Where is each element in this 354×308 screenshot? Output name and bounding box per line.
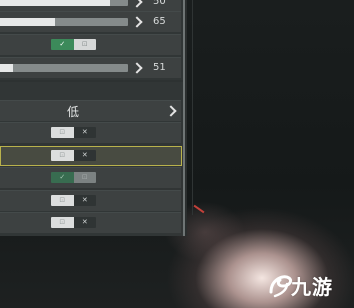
slider-value: 50 [153, 0, 166, 7]
toggle-row-1[interactable]: ✓ ⊡ [0, 34, 181, 55]
chevron-right-icon[interactable] [131, 0, 143, 8]
square-icon: ⊡ [51, 150, 74, 161]
toggle-row-2[interactable]: ⊡ ✕ [0, 122, 181, 143]
slider-fill [0, 64, 13, 72]
chevron-right-icon[interactable] [131, 62, 143, 74]
watermark-text: 九游 [291, 275, 333, 299]
slider-fill [0, 18, 55, 26]
slider-row-2[interactable]: 65 [0, 11, 181, 32]
square-icon: ⊡ [73, 39, 96, 50]
close-icon: ✕ [73, 127, 96, 138]
square-icon: ⊡ [51, 127, 74, 138]
selector-value: 低 [66, 105, 79, 119]
slider-value: 65 [153, 16, 166, 27]
toggle-row-3-selected[interactable]: ⊡ ✕ [0, 146, 182, 166]
chevron-right-icon[interactable] [131, 16, 143, 28]
selector-row[interactable]: 低 [0, 100, 181, 121]
check-icon: ✓ [51, 39, 74, 50]
toggle-switch[interactable]: ✓ ⊡ [51, 172, 96, 183]
toggle-row-5[interactable]: ⊡ ✕ [0, 190, 181, 211]
close-icon: ✕ [73, 195, 96, 206]
toggle-row-6[interactable]: ⊡ ✕ [0, 212, 181, 233]
toggle-switch[interactable]: ✓ ⊡ [51, 39, 96, 50]
settings-panel: 50 65 ✓ ⊡ 51 低 ⊡ ✕ ⊡ ✕ ✓ ⊡ ⊡ ✕ ⊡ ✕ [0, 0, 185, 236]
close-icon: ✕ [73, 150, 96, 161]
square-icon: ⊡ [51, 217, 74, 228]
toggle-switch[interactable]: ⊡ ✕ [51, 150, 96, 161]
toggle-switch[interactable]: ⊡ ✕ [51, 195, 96, 206]
section-divider [0, 80, 183, 82]
slider-fill [0, 0, 110, 6]
slider-value: 51 [153, 62, 166, 73]
square-icon: ⊡ [51, 195, 74, 206]
check-icon: ✓ [51, 172, 74, 183]
toggle-switch[interactable]: ⊡ ✕ [51, 217, 96, 228]
slider-row-3[interactable]: 51 [0, 57, 181, 78]
slider-track[interactable] [0, 0, 128, 6]
chevron-right-icon[interactable] [165, 105, 177, 117]
toggle-switch[interactable]: ⊡ ✕ [51, 127, 96, 138]
panel-divider-line [192, 0, 193, 215]
slider-track[interactable] [0, 64, 128, 72]
toggle-row-4[interactable]: ✓ ⊡ [0, 167, 181, 188]
close-icon: ✕ [73, 217, 96, 228]
slider-track[interactable] [0, 18, 128, 26]
square-icon: ⊡ [73, 172, 96, 183]
